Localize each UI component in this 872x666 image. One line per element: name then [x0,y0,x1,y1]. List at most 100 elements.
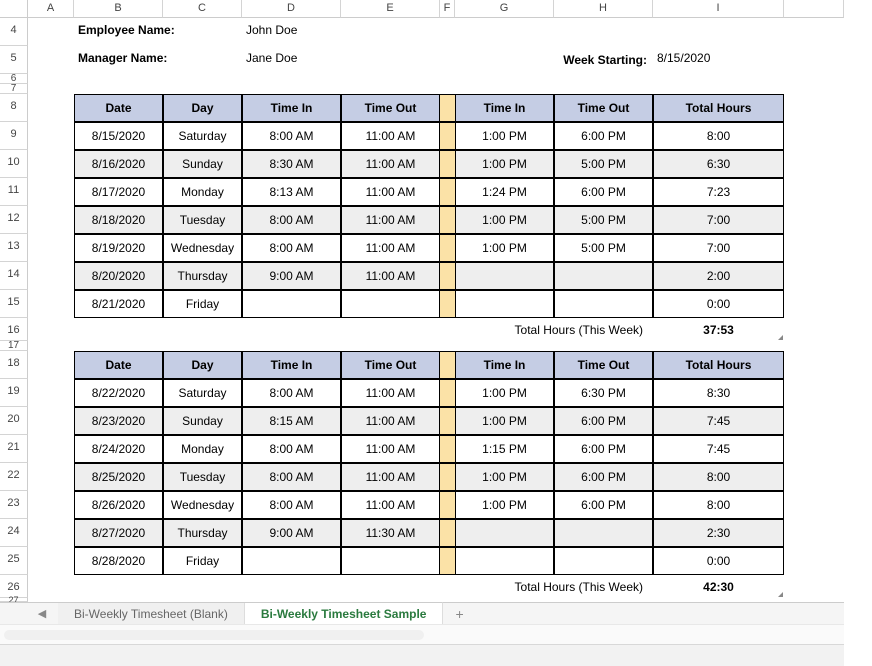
w2-day-0[interactable]: Saturday [163,379,242,407]
row-head-15[interactable]: 15 [0,290,28,318]
w1-date-1[interactable]: 8/16/2020 [74,150,163,178]
row-head-9[interactable]: 9 [0,122,28,150]
w2-day-4[interactable]: Wednesday [163,491,242,519]
w2-tout2-6[interactable] [554,547,653,575]
w1-tout1-1[interactable]: 11:00 AM [341,150,440,178]
tab-sample[interactable]: Bi-Weekly Timesheet Sample [245,602,444,625]
add-sheet-button[interactable]: + [443,602,475,626]
w1-tin1-6[interactable] [242,290,341,318]
w2-date-5[interactable]: 8/27/2020 [74,519,163,547]
col-head-I[interactable]: I [653,0,784,18]
w1-tin2-5[interactable] [455,262,554,290]
row-head-20[interactable]: 20 [0,407,28,435]
w1-day-2[interactable]: Monday [163,178,242,206]
w2-tout1-3[interactable]: 11:00 AM [341,463,440,491]
w1-day-3[interactable]: Tuesday [163,206,242,234]
w2-tin1-5[interactable]: 9:00 AM [242,519,341,547]
w1-tout1-4[interactable]: 11:00 AM [341,234,440,262]
w1-tout2-4[interactable]: 5:00 PM [554,234,653,262]
w1-tin2-1[interactable]: 1:00 PM [455,150,554,178]
row-head-19[interactable]: 19 [0,379,28,407]
horizontal-scrollbar[interactable] [0,624,844,644]
week-starting-value[interactable]: 8/15/2020 [653,46,784,74]
w1-tin2-2[interactable]: 1:24 PM [455,178,554,206]
w1-tout1-0[interactable]: 11:00 AM [341,122,440,150]
w2-total-1[interactable]: 7:45 [653,407,784,435]
row-head-4[interactable]: 4 [0,18,28,46]
w1-total-6[interactable]: 0:00 [653,290,784,318]
col-head-F[interactable]: F [440,0,455,18]
w2-day-5[interactable]: Thursday [163,519,242,547]
col-head-A[interactable]: A [28,0,74,18]
row-head-23[interactable]: 23 [0,491,28,519]
w2-tout2-4[interactable]: 6:00 PM [554,491,653,519]
row-head-8[interactable]: 8 [0,94,28,122]
w2-tout1-4[interactable]: 11:00 AM [341,491,440,519]
select-all-corner[interactable] [0,0,28,18]
w1-tin1-1[interactable]: 8:30 AM [242,150,341,178]
col-head-C[interactable]: C [163,0,242,18]
w2-date-1[interactable]: 8/23/2020 [74,407,163,435]
w1-day-5[interactable]: Thursday [163,262,242,290]
w1-tin1-3[interactable]: 8:00 AM [242,206,341,234]
row-head-12[interactable]: 12 [0,206,28,234]
w2-tin1-6[interactable] [242,547,341,575]
w1-date-6[interactable]: 8/21/2020 [74,290,163,318]
w1-day-4[interactable]: Wednesday [163,234,242,262]
w1-tout2-2[interactable]: 6:00 PM [554,178,653,206]
row-head-25[interactable]: 25 [0,547,28,575]
row-head-24[interactable]: 24 [0,519,28,547]
w1-total-1[interactable]: 6:30 [653,150,784,178]
tab-blank[interactable]: Bi-Weekly Timesheet (Blank) [58,603,245,625]
w2-date-4[interactable]: 8/26/2020 [74,491,163,519]
w2-tout1-5[interactable]: 11:30 AM [341,519,440,547]
row-head-13[interactable]: 13 [0,234,28,262]
w2-tin1-2[interactable]: 8:00 AM [242,435,341,463]
col-head-G[interactable]: G [455,0,554,18]
w2-tin1-3[interactable]: 8:00 AM [242,463,341,491]
w2-tout2-1[interactable]: 6:00 PM [554,407,653,435]
w2-tin2-3[interactable]: 1:00 PM [455,463,554,491]
w1-total-2[interactable]: 7:23 [653,178,784,206]
w1-tin2-6[interactable] [455,290,554,318]
w2-date-2[interactable]: 8/24/2020 [74,435,163,463]
w2-tout1-0[interactable]: 11:00 AM [341,379,440,407]
w1-tout2-6[interactable] [554,290,653,318]
w2-tout2-2[interactable]: 6:00 PM [554,435,653,463]
w1-tout1-5[interactable]: 11:00 AM [341,262,440,290]
w2-total-4[interactable]: 8:00 [653,491,784,519]
w1-tin1-2[interactable]: 8:13 AM [242,178,341,206]
w1-tout2-1[interactable]: 5:00 PM [554,150,653,178]
w2-tin1-1[interactable]: 8:15 AM [242,407,341,435]
w1-tin1-5[interactable]: 9:00 AM [242,262,341,290]
w2-day-1[interactable]: Sunday [163,407,242,435]
w2-tin2-2[interactable]: 1:15 PM [455,435,554,463]
w2-day-3[interactable]: Tuesday [163,463,242,491]
w1-tin2-0[interactable]: 1:00 PM [455,122,554,150]
w1-tout2-5[interactable] [554,262,653,290]
w1-tout1-6[interactable] [341,290,440,318]
w2-tin2-4[interactable]: 1:00 PM [455,491,554,519]
w1-total-5[interactable]: 2:00 [653,262,784,290]
w2-date-3[interactable]: 8/25/2020 [74,463,163,491]
week2-total-value[interactable]: 42:30 [653,575,784,598]
w2-total-2[interactable]: 7:45 [653,435,784,463]
w2-tout1-2[interactable]: 11:00 AM [341,435,440,463]
w1-date-4[interactable]: 8/19/2020 [74,234,163,262]
w2-tin1-0[interactable]: 8:00 AM [242,379,341,407]
w1-tout2-3[interactable]: 5:00 PM [554,206,653,234]
w1-tin1-4[interactable]: 8:00 AM [242,234,341,262]
w1-tout1-2[interactable]: 11:00 AM [341,178,440,206]
row-head-11[interactable]: 11 [0,178,28,206]
w1-date-2[interactable]: 8/17/2020 [74,178,163,206]
employee-name-value[interactable]: John Doe [242,18,440,46]
col-head-E[interactable]: E [341,0,440,18]
row-head-14[interactable]: 14 [0,262,28,290]
w1-tout1-3[interactable]: 11:00 AM [341,206,440,234]
col-head-extra[interactable] [784,0,844,18]
row-head-18[interactable]: 18 [0,351,28,379]
w2-date-6[interactable]: 8/28/2020 [74,547,163,575]
w2-total-5[interactable]: 2:30 [653,519,784,547]
row-head-21[interactable]: 21 [0,435,28,463]
manager-name-value[interactable]: Jane Doe [242,46,440,74]
